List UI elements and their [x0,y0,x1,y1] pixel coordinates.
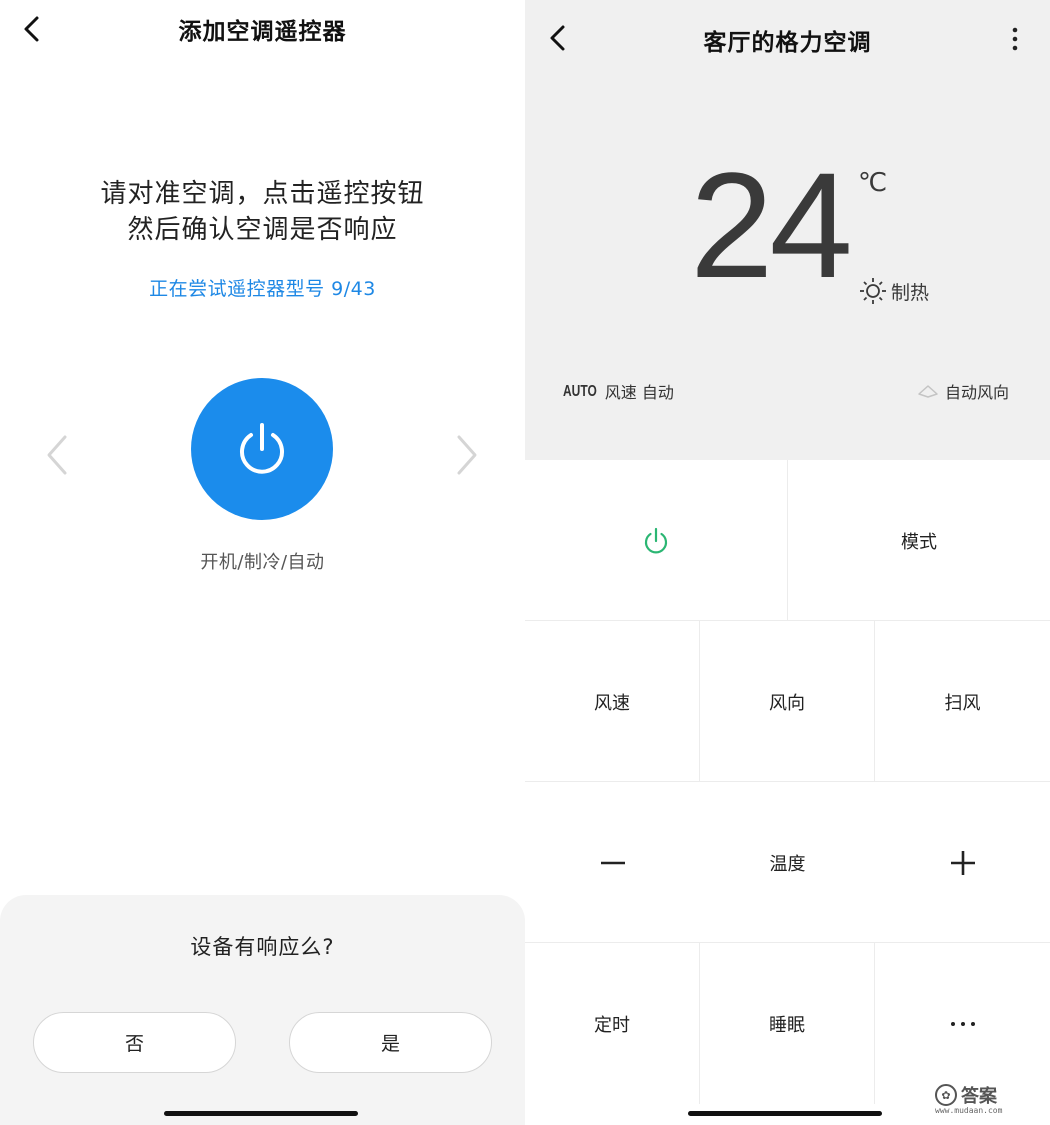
instruction-text: 请对准空调，点击遥控按钮 然后确认空调是否响应 [0,176,525,248]
power-icon [240,423,284,474]
home-indicator[interactable] [688,1111,882,1116]
temperature-unit: ℃ [858,168,888,198]
more-horizontal-icon [950,1021,975,1026]
watermark-logo-icon: ✿ [935,1084,957,1106]
watermark-text: 答案 [961,1086,997,1107]
power-test-button[interactable] [191,378,333,520]
screens: 添加空调遥控器 请对准空调，点击遥控按钮 然后确认空调是否响应 正在尝试遥控器型… [0,0,1050,1125]
response-sheet: 设备有响应么? 否 是 [0,895,525,1125]
swing-status: 自动风向 [917,379,1009,403]
temperature-value: 24 [690,141,853,309]
swing-direction-icon [918,385,938,398]
plus-icon [950,850,975,875]
add-remote-screen: 添加空调遥控器 请对准空调，点击遥控按钮 然后确认空调是否响应 正在尝试遥控器型… [0,0,525,1125]
power-button[interactable] [525,460,788,621]
ac-remote-screen: 客厅的格力空调 24 ℃ 制热 AUTO 风速 自动 自动风向 模式 风速 风向… [525,0,1050,1125]
no-button[interactable]: 否 [33,1012,236,1073]
temperature-up-button[interactable] [875,782,1050,943]
mode-indicator: 制热 [858,276,929,306]
more-options-button[interactable] [1003,22,1027,56]
trying-model-status: 正在尝试遥控器型号 9/43 [149,278,376,300]
device-title: 客厅的格力空调 [703,30,872,56]
fan-speed-status: AUTO 风速 自动 [563,379,674,403]
control-row: 定时 睡眠 [525,943,1050,1104]
instruction-line-1: 请对准空调，点击遥控按钮 [100,179,425,209]
fan-speed-button[interactable]: 风速 [525,621,700,782]
chevron-right-icon [457,435,477,475]
control-row: 模式 [525,460,1050,621]
response-question: 设备有响应么? [190,935,335,959]
temperature-label: 温度 [769,853,806,875]
more-vertical-icon [1012,27,1018,51]
fan-direction-button[interactable]: 风向 [700,621,875,782]
home-indicator[interactable] [164,1111,358,1116]
watermark-url: www.mudaan.com [935,1106,1003,1115]
fan-auto-tag: AUTO [563,381,597,401]
fan-speed-text: 风速 自动 [604,383,674,402]
watermark: ✿ 答案 [935,1082,997,1108]
next-model-button[interactable] [450,430,484,480]
temperature-down-button[interactable] [525,782,700,943]
sleep-button[interactable]: 睡眠 [700,943,875,1104]
sun-icon [860,278,886,304]
previous-model-button[interactable] [40,430,74,480]
status-panel: 客厅的格力空调 24 ℃ 制热 AUTO 风速 自动 自动风向 [525,0,1050,460]
more-functions-button[interactable] [875,943,1050,1104]
chevron-left-icon [47,435,67,475]
minus-icon [600,861,625,864]
page-title: 添加空调遥控器 [178,19,347,45]
sweep-button[interactable]: 扫风 [875,621,1050,782]
mode-label: 制热 [891,281,930,304]
timer-button[interactable]: 定时 [525,943,700,1104]
swing-text: 自动风向 [945,383,1010,402]
control-row: 温度 [525,782,1050,943]
mode-button[interactable]: 模式 [788,460,1050,621]
instruction-line-2: 然后确认空调是否响应 [127,215,398,245]
power-button-label: 开机/制冷/自动 [200,552,325,573]
yes-button[interactable]: 是 [289,1012,492,1073]
control-row: 风速 风向 扫风 [525,621,1050,782]
power-icon [644,527,668,553]
